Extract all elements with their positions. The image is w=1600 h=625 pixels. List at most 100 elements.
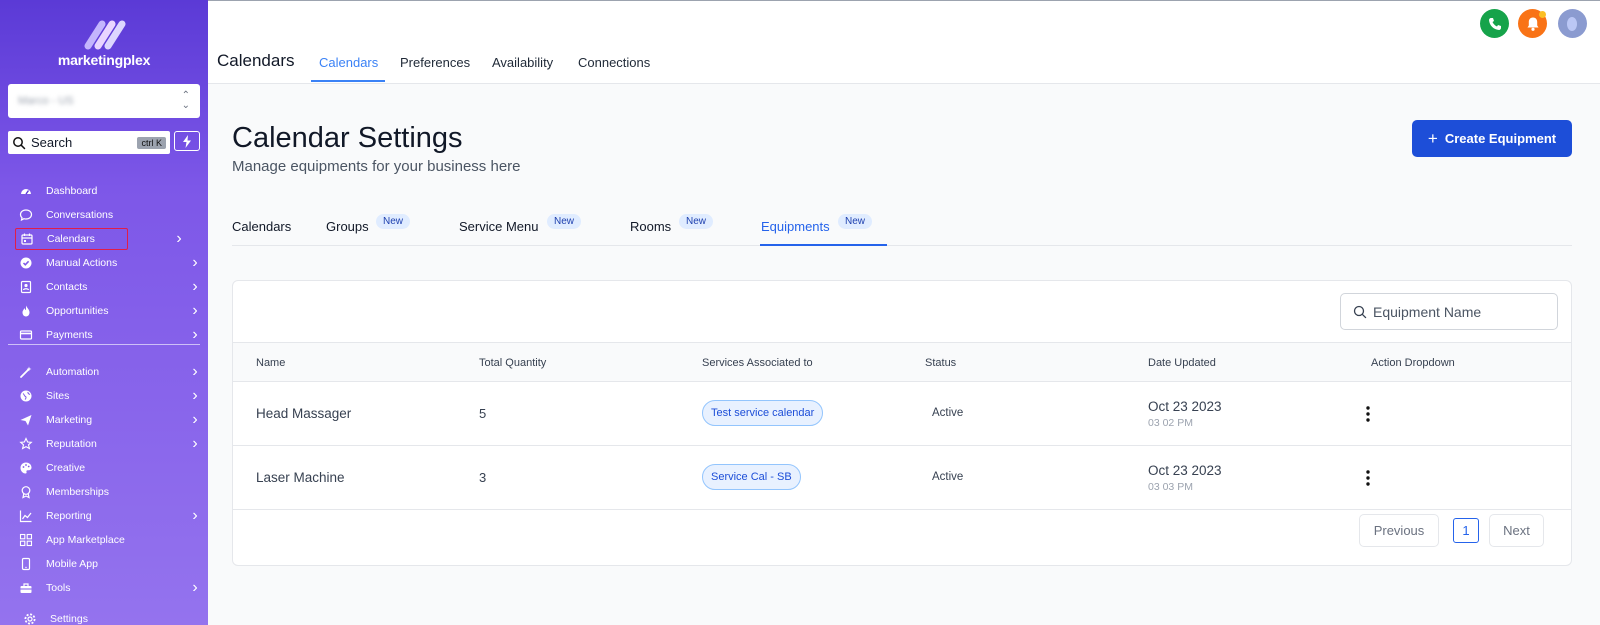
create-equipment-button[interactable]: + Create Equipment — [1412, 120, 1572, 157]
sidebar-item-automation[interactable]: Automation › — [15, 361, 201, 383]
sidebar-item-label: Memberships — [46, 486, 110, 498]
user-avatar[interactable] — [1558, 9, 1587, 38]
tab-preferences[interactable]: Preferences — [400, 55, 470, 70]
sidebar-item-opportunities[interactable]: Opportunities › — [15, 300, 201, 322]
tab-availability[interactable]: Availability — [492, 55, 553, 70]
equipment-quantity: 5 — [479, 406, 487, 421]
sidebar-item-label: Reputation — [46, 438, 97, 450]
page-subtitle: Manage equipments for your business here — [232, 158, 521, 175]
sidebar-item-dashboard[interactable]: Dashboard — [15, 180, 201, 202]
chevron-right-icon: › — [192, 302, 198, 319]
sidebar-item-label: Dashboard — [46, 185, 98, 197]
notifications-button[interactable] — [1518, 9, 1547, 38]
lightning-bolt-icon — [183, 134, 191, 148]
service-tag[interactable]: Service Cal - SB — [702, 464, 801, 490]
sidebar-item-creative[interactable]: Creative — [15, 457, 201, 479]
chevron-right-icon: › — [192, 254, 198, 271]
sidebar-item-conversations[interactable]: Conversations — [15, 204, 201, 226]
new-badge: New — [376, 214, 411, 229]
next-page-button[interactable]: Next — [1489, 514, 1544, 547]
service-tag[interactable]: Test service calendar — [702, 400, 824, 426]
row-actions-button[interactable] — [1358, 402, 1378, 426]
sidebar-item-sites[interactable]: Sites › — [15, 385, 201, 407]
sidebar-item-tools[interactable]: Tools › — [15, 577, 201, 599]
equipment-name: Laser Machine — [256, 470, 345, 485]
column-header-status[interactable]: Status — [925, 357, 956, 369]
sidebar-item-mobile-app[interactable]: Mobile App — [15, 553, 201, 575]
sidebar-item-reporting[interactable]: Reporting › — [15, 505, 201, 527]
previous-page-button[interactable]: Previous — [1359, 514, 1439, 547]
row-actions-button[interactable] — [1358, 466, 1378, 490]
sidebar-item-memberships[interactable]: Memberships — [15, 481, 201, 503]
sidebar-item-label: App Marketplace — [46, 534, 125, 546]
column-header-services[interactable]: Services Associated to — [702, 357, 813, 369]
subtab-service-menu[interactable]: Service Menu — [459, 219, 538, 234]
search-icon — [13, 136, 26, 149]
chevron-right-icon: › — [192, 579, 198, 596]
chart-icon — [19, 509, 33, 523]
column-header-name[interactable]: Name — [256, 357, 285, 369]
mobile-icon — [19, 557, 33, 571]
sidebar-item-app-marketplace[interactable]: App Marketplace — [15, 529, 201, 551]
gear-icon — [23, 612, 37, 625]
quick-actions-button[interactable] — [174, 131, 200, 151]
equipment-search-input[interactable] — [1373, 303, 1543, 320]
calendar-icon — [20, 232, 34, 246]
chat-bubble-icon — [19, 208, 33, 222]
equipment-search[interactable] — [1340, 293, 1558, 330]
column-header-quantity[interactable]: Total Quantity — [479, 357, 546, 369]
column-header-date-updated[interactable]: Date Updated — [1148, 357, 1216, 369]
chevron-right-icon: › — [176, 230, 182, 247]
chevron-right-icon: › — [192, 363, 198, 380]
chevron-right-icon: › — [192, 278, 198, 295]
sidebar-item-settings[interactable]: Settings — [19, 608, 205, 625]
star-icon — [19, 437, 33, 451]
sidebar: marketingplex Marco - US ⌃ ⌄ Search ctrl … — [0, 0, 208, 625]
subtab-equipments[interactable]: Equipments — [761, 219, 830, 234]
active-subtab-indicator — [760, 244, 887, 246]
up-down-caret-icon: ⌃ ⌄ — [181, 90, 190, 111]
toolbox-icon — [19, 581, 33, 595]
sidebar-divider — [8, 344, 200, 345]
equipment-quantity: 3 — [479, 470, 487, 485]
phone-button[interactable] — [1480, 9, 1509, 38]
sidebar-item-label: Contacts — [46, 281, 88, 293]
tab-calendars[interactable]: Calendars — [319, 55, 378, 70]
brand-name: marketingplex — [57, 52, 151, 68]
sidebar-item-label: Payments — [46, 329, 93, 341]
column-header-action: Action Dropdown — [1371, 357, 1455, 369]
chevron-right-icon: › — [192, 387, 198, 404]
sidebar-item-marketing[interactable]: Marketing › — [15, 409, 201, 431]
kebab-menu-icon — [1366, 470, 1370, 486]
chevron-right-icon: › — [192, 411, 198, 428]
page-number-button[interactable]: 1 — [1453, 518, 1479, 543]
top-bar: Calendars Calendars Preferences Availabi… — [208, 0, 1600, 84]
active-tab-indicator — [311, 80, 385, 82]
kebab-menu-icon — [1366, 406, 1370, 422]
chevron-right-icon: › — [192, 326, 198, 343]
notification-dot — [1539, 11, 1546, 18]
plus-icon: + — [1427, 128, 1438, 148]
sidebar-item-calendars[interactable]: Calendars › — [15, 228, 182, 250]
table-row[interactable]: Head Massager 5 Test service calendar Ac… — [233, 382, 1571, 446]
sidebar-item-manual-actions[interactable]: Manual Actions › — [15, 252, 201, 274]
avatar-icon — [1566, 16, 1577, 31]
new-badge: New — [679, 214, 714, 229]
sidebar-item-label: Sites — [46, 390, 70, 402]
account-switcher[interactable]: Marco - US ⌃ ⌄ — [8, 84, 200, 118]
chevron-right-icon: › — [192, 507, 198, 524]
account-name: Marco - US — [18, 95, 74, 107]
sidebar-item-reputation[interactable]: Reputation › — [15, 433, 201, 455]
subtab-groups[interactable]: Groups — [326, 219, 369, 234]
table-row[interactable]: Laser Machine 3 Service Cal - SB Active … — [233, 446, 1571, 510]
subtab-calendars[interactable]: Calendars — [232, 219, 291, 234]
award-icon — [19, 485, 33, 499]
sidebar-search[interactable]: Search ctrl K — [8, 131, 170, 154]
sidebar-item-contacts[interactable]: Contacts › — [15, 276, 201, 298]
subtab-rooms[interactable]: Rooms — [630, 219, 671, 234]
credit-card-icon — [19, 328, 33, 342]
brand-logo[interactable]: marketingplex — [0, 18, 208, 68]
tab-connections[interactable]: Connections — [578, 55, 650, 70]
table-header: Name Total Quantity Services Associated … — [233, 342, 1571, 382]
sidebar-item-payments[interactable]: Payments › — [15, 324, 201, 346]
